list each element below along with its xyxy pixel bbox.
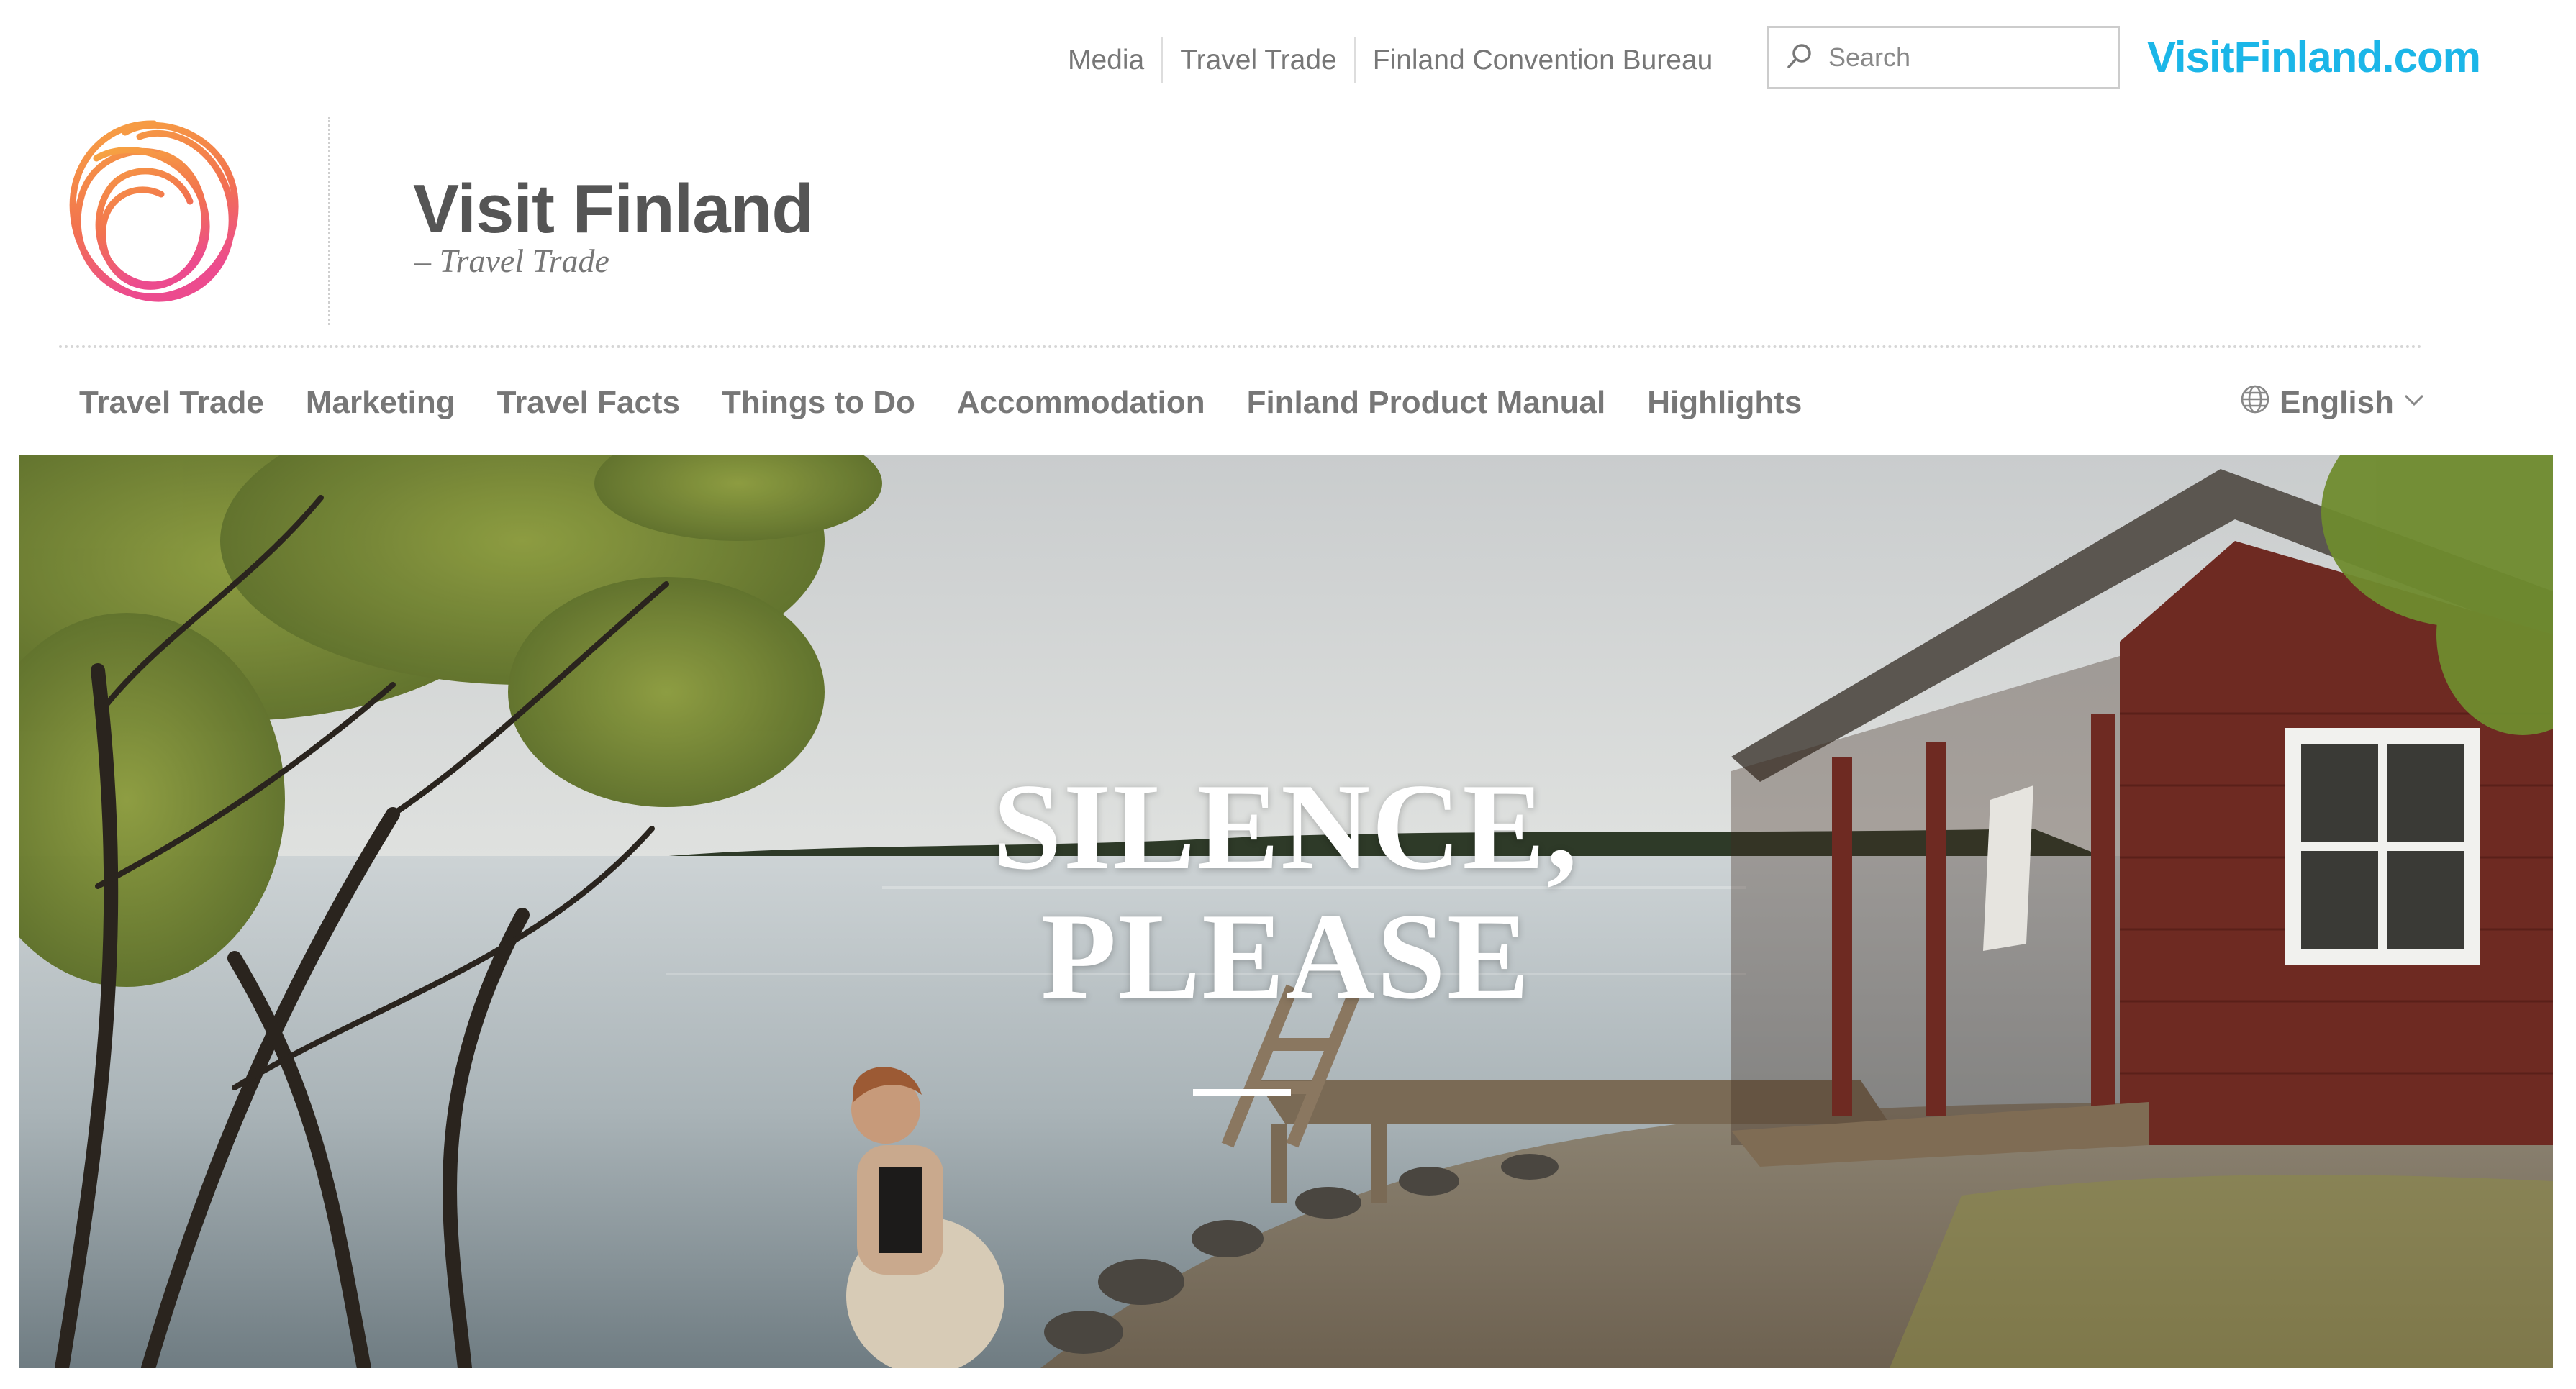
nav-item-travel-facts[interactable]: Travel Facts [497, 374, 680, 432]
nav-item-accommodation[interactable]: Accommodation [957, 374, 1205, 432]
visit-finland-logo[interactable] [53, 108, 255, 316]
hero-headline-line-1: SILENCE, [992, 759, 1579, 896]
hero-banner: SILENCE, PLEASE [19, 455, 2553, 1368]
hero-headline-line-2: PLEASE [1040, 888, 1531, 1025]
visitfinland-com-link[interactable]: VisitFinland.com [2147, 26, 2481, 89]
search-input[interactable] [1827, 42, 2100, 73]
nav-item-travel-trade[interactable]: Travel Trade [79, 374, 264, 432]
chevron-down-icon [2394, 385, 2427, 421]
nav-separator [59, 345, 2423, 348]
nav-item-things-to-do[interactable]: Things to Do [722, 374, 915, 432]
site-title[interactable]: Visit Finland [413, 170, 814, 249]
utility-link-convention-bureau[interactable]: Finland Convention Bureau [1356, 37, 1731, 83]
utility-link-media[interactable]: Media [1059, 37, 1164, 83]
nav-item-marketing[interactable]: Marketing [306, 374, 455, 432]
site-subtitle: – Travel Trade [414, 242, 609, 279]
language-label: English [2280, 385, 2394, 420]
utility-nav: Media Travel Trade Finland Convention Bu… [1059, 37, 1730, 83]
language-selector[interactable]: English [2239, 374, 2427, 432]
globe-icon [2239, 383, 2280, 423]
hero-divider [1193, 1089, 1291, 1096]
nav-item-finland-product-manual[interactable]: Finland Product Manual [1247, 374, 1606, 432]
hero-headline: SILENCE, PLEASE [19, 762, 2553, 1021]
utility-link-travel-trade[interactable]: Travel Trade [1163, 37, 1356, 83]
logo-divider [328, 117, 330, 325]
nav-item-highlights[interactable]: Highlights [1647, 374, 1802, 432]
main-nav: Travel Trade Marketing Travel Facts Thin… [79, 374, 1843, 432]
utility-bar: Media Travel Trade Finland Convention Bu… [0, 0, 2576, 115]
search-icon [1785, 42, 1814, 74]
search-box[interactable] [1767, 26, 2120, 89]
